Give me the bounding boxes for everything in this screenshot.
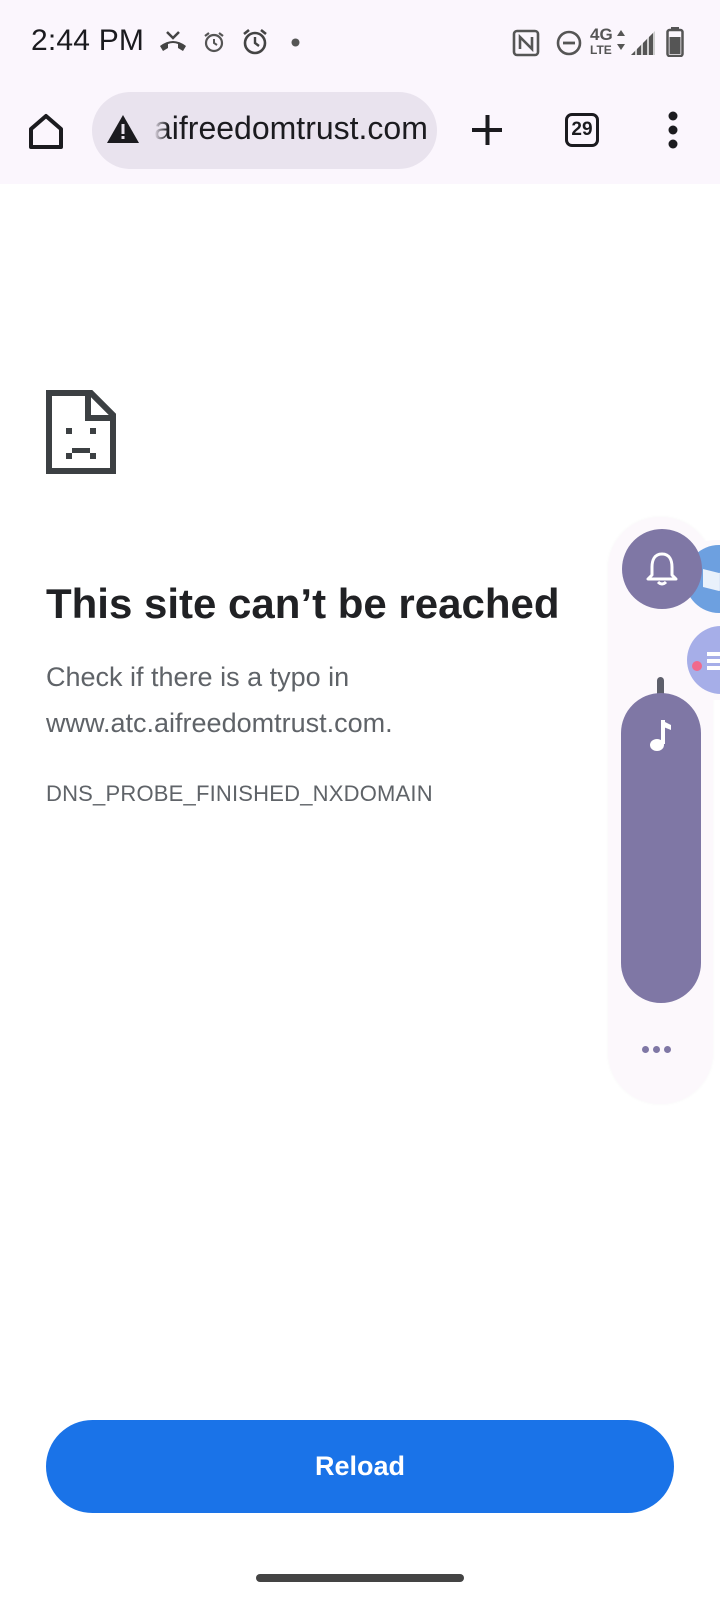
network-label: 4G bbox=[590, 25, 613, 44]
error-description-line1: Check if there is a typo in bbox=[46, 662, 350, 692]
error-description: Check if there is a typo in www.atc.aifr… bbox=[46, 654, 566, 746]
network-sublabel: LTE bbox=[590, 43, 612, 57]
signal-icon bbox=[631, 31, 655, 55]
browser-toolbar: aifreedomtrust.com 29 bbox=[0, 84, 720, 184]
warning-icon[interactable] bbox=[106, 113, 140, 145]
gesture-nav-handle[interactable] bbox=[256, 1574, 464, 1582]
music-note-icon bbox=[650, 720, 671, 751]
nfc-icon bbox=[512, 29, 540, 57]
notification-dot-icon bbox=[291, 38, 300, 47]
error-code: DNS_PROBE_FINISHED_NXDOMAIN bbox=[46, 781, 433, 806]
missed-call-icon bbox=[160, 31, 186, 51]
error-description-line2: www.atc.aifreedomtrust.com. bbox=[46, 708, 393, 738]
dot bbox=[642, 1046, 649, 1053]
home-icon[interactable] bbox=[26, 111, 66, 151]
bell-icon bbox=[646, 552, 678, 586]
dot bbox=[664, 1046, 671, 1053]
url-text[interactable]: aifreedomtrust.com bbox=[154, 110, 437, 147]
reload-button[interactable]: Reload bbox=[46, 1420, 674, 1513]
status-bar: 2:44 PM 4G LTE bbox=[0, 0, 720, 84]
sad-document-icon bbox=[46, 390, 116, 474]
more-horiz-icon[interactable] bbox=[640, 1040, 682, 1064]
alarm-small-icon bbox=[204, 32, 224, 53]
more-vert-icon[interactable] bbox=[665, 111, 681, 149]
status-time: 2:44 PM bbox=[31, 24, 145, 57]
new-tab-icon[interactable] bbox=[470, 113, 504, 147]
media-volume-slider[interactable] bbox=[621, 693, 701, 1003]
tab-switcher-icon[interactable]: 29 bbox=[565, 113, 599, 147]
battery-icon bbox=[666, 27, 684, 57]
address-bar[interactable]: aifreedomtrust.com bbox=[92, 92, 437, 169]
do-not-disturb-icon bbox=[556, 30, 582, 56]
alarm-icon bbox=[243, 28, 267, 55]
network-4g-lte-icon: 4G LTE bbox=[590, 25, 630, 59]
dot bbox=[653, 1046, 660, 1053]
ringer-mode-button[interactable] bbox=[622, 529, 702, 609]
error-title: This site can’t be reached bbox=[46, 580, 560, 627]
